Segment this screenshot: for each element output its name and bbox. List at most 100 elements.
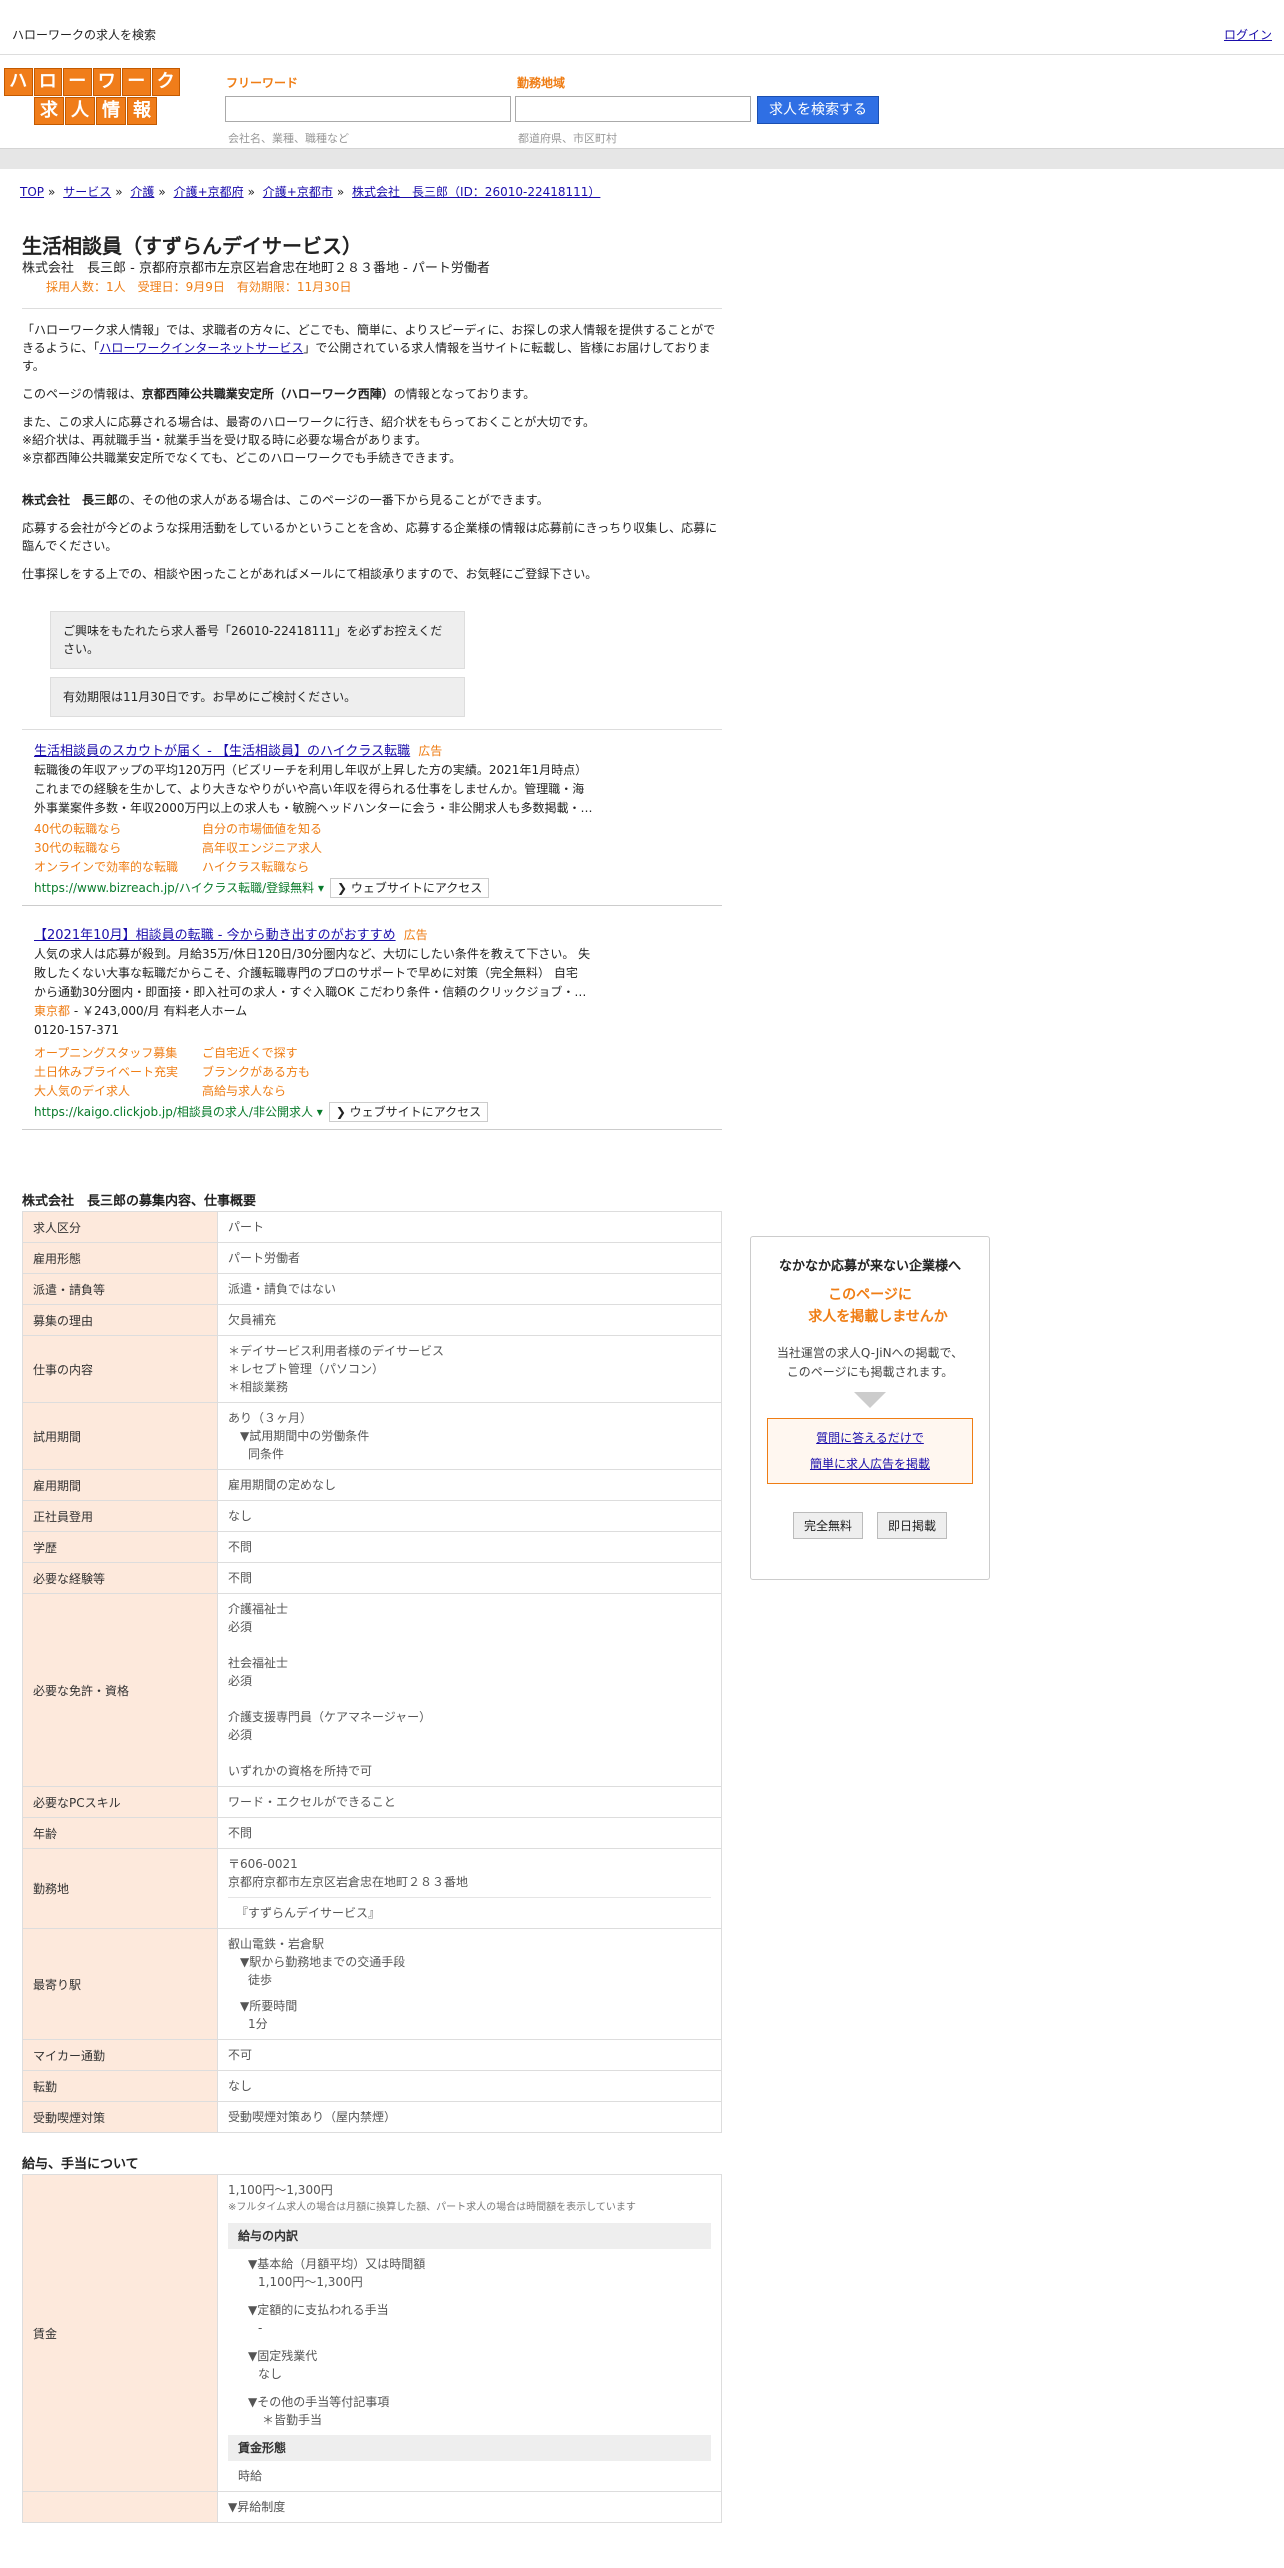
search-button[interactable]: 求人を検索する — [757, 96, 879, 124]
ad-sitelink[interactable]: ハイクラス転職なら — [202, 858, 370, 877]
table-row: 必要な免許・資格 介護福祉士 必須 社会福祉士 必須 介護支援専門員（ケアマネー… — [22, 1593, 722, 1787]
ad-sitelink[interactable]: ご自宅近くで探す — [202, 1044, 370, 1063]
source-text: このページの情報は、 — [22, 387, 142, 401]
intro-paragraph: 「ハローワーク求人情報」では、求職者の方々に、どこでも、簡単に、よりスピーディに… — [22, 321, 722, 375]
ad-sitelink[interactable]: オンラインで効率的な転職 — [34, 858, 202, 877]
table-row: 派遣・請負等 派遣・請負ではない — [22, 1273, 722, 1305]
row-key: 転勤 — [22, 2070, 218, 2102]
promo-buttons: 完全無料 即日掲載 — [751, 1512, 989, 1539]
row-key: 必要なPCスキル — [22, 1786, 218, 1818]
breadcrumb-top[interactable]: TOP — [20, 185, 44, 199]
value-line: ▼固定残業代 — [248, 2349, 318, 2363]
breadcrumb-care-kyoto-city[interactable]: 介護+京都市 — [263, 185, 333, 199]
pay-range: 1,100円〜1,300円 — [228, 2183, 333, 2197]
value-line: ▼所要時間 — [240, 1999, 298, 2013]
row-value: 不問 — [217, 1562, 722, 1594]
row-key: 必要な経験等 — [22, 1562, 218, 1594]
value-line: ＊デイサービス利用者様のデイサービス — [228, 1344, 445, 1358]
value-line: 必須 — [228, 1674, 253, 1688]
login-link[interactable]: ログイン — [1224, 26, 1272, 43]
same-day-badge-button[interactable]: 即日掲載 — [877, 1512, 948, 1539]
breadcrumb-care[interactable]: 介護 — [130, 185, 154, 199]
ad-access-button[interactable]: ❯ ウェブサイトにアクセス — [328, 1102, 489, 1122]
ad-sitelink[interactable]: ブランクがある方も — [202, 1063, 370, 1082]
ad-access-button[interactable]: ❯ ウェブサイトにアクセス — [330, 878, 490, 898]
row-key: 必要な免許・資格 — [22, 1593, 218, 1787]
ad-sitelink[interactable]: 自分の市場価値を知る — [202, 820, 370, 839]
table-row: 仕事の内容 ＊デイサービス利用者様のデイサービス ＊レセプト管理（パソコン） ＊… — [22, 1335, 722, 1403]
ad-price: - ￥243,000/月 有料老人ホーム — [70, 1004, 248, 1018]
ad-sitelink[interactable]: 大人気のデイ求人 — [34, 1082, 202, 1101]
promo-link-post[interactable]: 簡単に求人広告を掲載 — [768, 1451, 972, 1477]
referral-line: ※京都西陣公共職業安定所でなくても、どこのハローワークでも手続きできます。 — [22, 451, 462, 465]
top-bar: ハローワークの求人を検索 ログイン — [0, 0, 1284, 55]
freeword-input[interactable] — [225, 96, 511, 122]
ad-badge: 広告 — [418, 744, 443, 758]
table-row: 試用期間 あり（３ヶ月） ▼試用期間中の労働条件 同条件 — [22, 1402, 722, 1470]
hellowork-logo[interactable]: ハ ロ ー ワ ー ク 求 人 情 報 — [4, 68, 180, 126]
advertiser-promo-box: なかなか応募が来ない企業様へ このページに 求人を掲載しませんか 当社運営の求人… — [750, 1236, 990, 1580]
ad-location-line: 東京都 - ￥243,000/月 有料老人ホーム — [34, 1002, 710, 1021]
breadcrumb-current-job[interactable]: 株式会社 長三郎（ID：26010-22418111） — [352, 185, 600, 199]
referral-line: ※紹介状は、再就職手当・就業手当を受け取る時に必要な場合があります。 — [22, 433, 427, 447]
ad-sitelink[interactable]: 40代の転職なら — [34, 820, 202, 839]
hellowork-internet-link[interactable]: ハローワークインターネットサービス — [99, 341, 303, 355]
header-divider-bar — [0, 148, 1284, 169]
row-key: 仕事の内容 — [22, 1335, 218, 1403]
promo-link-answer[interactable]: 質問に答えるだけで — [768, 1425, 972, 1451]
value-line: 1,100円〜1,300円 — [258, 2275, 363, 2289]
row-key: 賃金 — [22, 2174, 218, 2492]
promo-body-line: 当社運営の求人Q-JiNへの掲載で、 — [776, 1346, 964, 1360]
consult-paragraph: 仕事探しをする上での、相談や困ったことがあればメールにて相談承りますので、お気軽… — [22, 567, 598, 581]
table-row: 必要な経験等 不問 — [22, 1562, 722, 1594]
row-value: 不問 — [217, 1817, 722, 1849]
ad-phone[interactable]: 0120-157-371 — [34, 1021, 710, 1040]
table-row: 最寄り駅 叡山電鉄・岩倉駅 ▼駅から勤務地までの交通手段 徒歩 ▼所要時間 1分 — [22, 1928, 722, 2040]
divider — [22, 729, 722, 730]
ad-title-link[interactable]: 生活相談員のスカウトが届く - 【生活相談員】のハイクラス転職 — [34, 744, 410, 759]
row-key: 学歴 — [22, 1531, 218, 1563]
ad-sitelink[interactable]: 30代の転職なら — [34, 839, 202, 858]
table-row: 賃金 1,100円〜1,300円 ※フルタイム求人の場合は月額に換算した額、パー… — [22, 2174, 722, 2492]
ad-title-link[interactable]: 【2021年10月】相談員の転職 - 今から動き出すのがおすすめ — [34, 928, 396, 943]
ad-description: 転職後の年収アップの平均120万円（ビズリーチを利用し年収が上昇した方の実績。2… — [34, 761, 710, 818]
pay-breakdown-head: 給与の内訳 — [228, 2223, 711, 2249]
row-key: 受動喫煙対策 — [22, 2101, 218, 2133]
table-row: 学歴 不問 — [22, 1531, 722, 1563]
value-line: ▼駅から勤務地までの交通手段 — [240, 1955, 406, 1969]
pay-note: ※フルタイム求人の場合は月額に換算した額、パート求人の場合は時間額を表示していま… — [228, 2202, 636, 2213]
logo-char: ワ — [92, 68, 121, 96]
promo-body: 当社運営の求人Q-JiNへの掲載で、 このページにも掲載されます。 — [751, 1344, 989, 1382]
breadcrumb-service[interactable]: サービス — [63, 185, 111, 199]
logo-char: 報 — [127, 97, 157, 125]
value-line: 『すずらんデイサービス』 — [236, 1906, 381, 1920]
ad-sitelinks: オープニングスタッフ募集 ご自宅近くで探す 土日休みプライベート充実 ブランクが… — [34, 1044, 710, 1101]
value-line: 介護福祉士 — [228, 1602, 289, 1616]
ad-desc-line: 外事業案件多数・年収2000万円以上の求人も・敏腕ヘッドハンターに会う・非公開求… — [34, 801, 593, 815]
ad-sitelink[interactable]: オープニングスタッフ募集 — [34, 1044, 202, 1063]
breadcrumb-care-kyoto-pref[interactable]: 介護+京都府 — [174, 185, 244, 199]
free-badge-button[interactable]: 完全無料 — [792, 1512, 863, 1539]
ad-url[interactable]: https://kaigo.clickjob.jp/相談員の求人/非公開求人 — [34, 1105, 313, 1119]
ad-url[interactable]: https://www.bizreach.jp/ハイクラス転職/登録無料 — [34, 881, 314, 895]
ad-sitelink[interactable]: 土日休みプライベート充実 — [34, 1063, 202, 1082]
ad-unit: 生活相談員のスカウトが届く - 【生活相談員】のハイクラス転職 広告 転職後の年収… — [22, 736, 722, 906]
value-line: 同条件 — [248, 1447, 285, 1461]
area-input[interactable] — [515, 96, 751, 122]
table-row: 雇用形態 パート労働者 — [22, 1242, 722, 1274]
pay-title: 給与、手当について — [22, 2157, 139, 2172]
ad-desc-line: 転職後の年収アップの平均120万円（ビズリーチを利用し年収が上昇した方の実績。2… — [34, 763, 588, 777]
logo-char: ロ — [33, 68, 62, 96]
table-row: 求人区分 パート — [22, 1211, 722, 1243]
job-meta: 採用人数：1人 受理日：9月9日 有効期限：11月30日 — [46, 280, 352, 294]
ad-location[interactable]: 東京都 — [34, 1004, 70, 1018]
row-key: 派遣・請負等 — [22, 1273, 218, 1305]
row-value: 〒606-0021 京都府京都市左京区岩倉忠在地町２８３番地 『すずらんデイサー… — [217, 1848, 722, 1929]
row-value: 受動喫煙対策あり（屋内禁煙） — [217, 2101, 722, 2133]
ad-sitelink[interactable]: 高年収エンジニア求人 — [202, 839, 370, 858]
ad-desc-line: 敗したくない大事な転職だからこそ、介護転職専門のプロのサポートで早めに対策（完全… — [34, 966, 578, 980]
logo-char: 求 — [34, 97, 64, 125]
row-value: 介護福祉士 必須 社会福祉士 必須 介護支援専門員（ケアマネージャー） 必須 い… — [217, 1593, 722, 1787]
ad-sitelink[interactable]: 高給与求人なら — [202, 1082, 370, 1101]
down-arrow-icon — [854, 1392, 886, 1408]
